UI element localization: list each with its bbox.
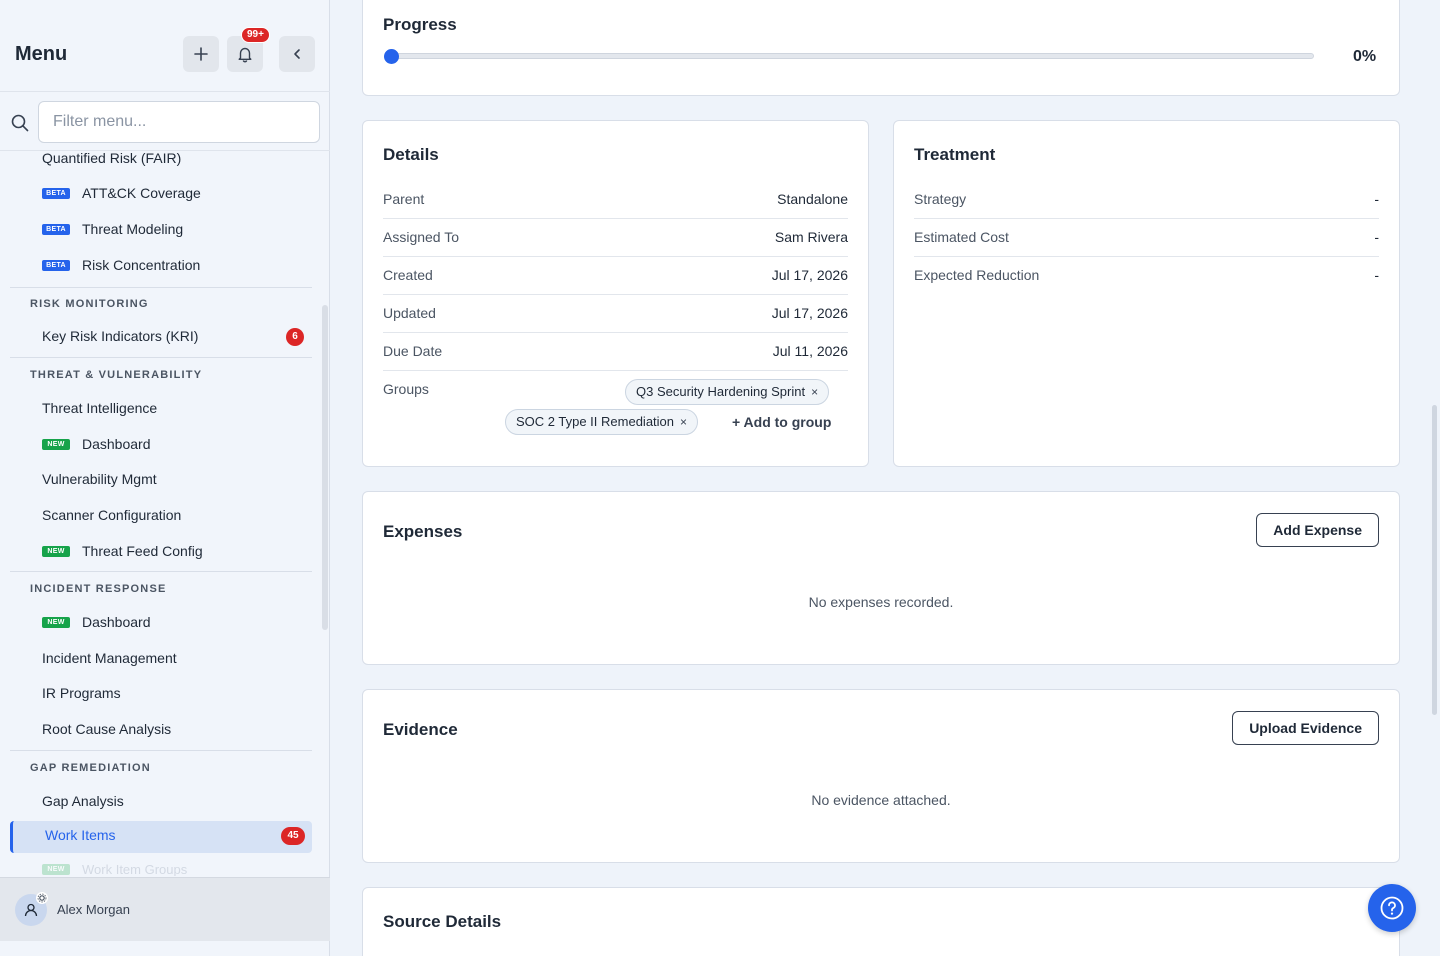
add-button[interactable] xyxy=(183,36,219,72)
page-scrollbar[interactable] xyxy=(1432,405,1437,715)
plus-icon xyxy=(194,47,208,61)
section-heading-incident-response: INCIDENT RESPONSE xyxy=(30,583,167,595)
search-icon xyxy=(11,114,29,132)
treatment-card: Treatment Strategy - Estimated Cost - Ex… xyxy=(893,120,1400,467)
details-row-updated: Updated Jul 17, 2026 xyxy=(383,295,848,333)
sidebar: Menu 99+ Quantified Risk (FAIR) BETAATT&… xyxy=(0,0,330,956)
sidebar-item-threat-dashboard[interactable]: NEW Dashboard xyxy=(42,434,151,454)
chevron-left-icon xyxy=(294,49,300,59)
sidebar-item-work-items[interactable]: Work Items 45 xyxy=(10,821,312,853)
evidence-empty-message: No evidence attached. xyxy=(811,792,951,808)
bell-icon xyxy=(238,47,252,63)
notification-count-badge: 99+ xyxy=(241,27,270,43)
sidebar-item-quantified-risk[interactable]: Quantified Risk (FAIR) xyxy=(42,152,181,168)
group-chip: SOC 2 Type II Remediation × xyxy=(505,409,699,435)
section-heading-gap-remediation: GAP REMEDIATION xyxy=(30,762,151,774)
progress-title: Progress xyxy=(383,15,457,34)
section-heading-risk-monitoring: RISK MONITORING xyxy=(30,298,149,310)
sidebar-item-incident-management[interactable]: Incident Management xyxy=(42,648,177,668)
new-tag: NEW xyxy=(42,438,70,450)
sidebar-item-ir-programs[interactable]: IR Programs xyxy=(42,683,121,703)
user-name: Alex Morgan xyxy=(57,902,130,917)
expenses-empty-message: No expenses recorded. xyxy=(808,594,954,610)
sidebar-header: Menu 99+ xyxy=(0,0,330,92)
new-tag: NEW xyxy=(42,545,70,557)
add-to-group-button[interactable]: + Add to group xyxy=(732,414,831,430)
evidence-title: Evidence xyxy=(383,720,458,739)
progress-track[interactable] xyxy=(392,53,1314,59)
help-button[interactable] xyxy=(1368,884,1416,932)
filter-menu-input[interactable] xyxy=(38,101,320,143)
section-divider xyxy=(10,357,312,358)
sidebar-item-threat-intelligence[interactable]: Threat Intelligence xyxy=(42,398,157,418)
sidebar-title: Menu xyxy=(15,43,68,65)
progress-slider-handle[interactable] xyxy=(384,49,399,64)
source-details-title: Source Details xyxy=(383,912,502,931)
sidebar-item-scanner-configuration[interactable]: Scanner Configuration xyxy=(42,505,181,525)
sidebar-scrollbar[interactable] xyxy=(322,305,328,630)
sidebar-item-gap-analysis[interactable]: Gap Analysis xyxy=(42,791,124,811)
source-details-card: Source Details xyxy=(362,887,1400,956)
expenses-card: Expenses Add Expense No expenses recorde… xyxy=(362,491,1400,665)
add-expense-button[interactable]: Add Expense xyxy=(1256,513,1379,547)
work-items-count-badge: 45 xyxy=(281,827,305,845)
collapse-sidebar-button[interactable] xyxy=(279,36,315,72)
details-card: Details Parent Standalone Assigned To Sa… xyxy=(362,120,869,467)
details-row-parent: Parent Standalone xyxy=(383,181,848,219)
notifications-button[interactable]: 99+ xyxy=(227,27,270,72)
sidebar-item-attack-coverage[interactable]: BETA ATT&CK Coverage xyxy=(42,183,201,203)
sidebar-item-kri[interactable]: Key Risk Indicators (KRI) xyxy=(42,326,198,346)
new-tag: NEW xyxy=(42,616,70,628)
beta-tag: BETA xyxy=(42,259,70,271)
user-footer[interactable]: Alex Morgan xyxy=(0,877,330,941)
sidebar-item-risk-concentration[interactable]: BETA Risk Concentration xyxy=(42,255,200,275)
evidence-card: Evidence Upload Evidence No evidence att… xyxy=(362,689,1400,863)
treatment-row-estimated-cost: Estimated Cost - xyxy=(914,219,1379,257)
sidebar-nav: Quantified Risk (FAIR) BETA ATT&CK Covera… xyxy=(0,152,330,876)
kri-count-badge: 6 xyxy=(286,328,304,346)
new-tag: NEW xyxy=(42,864,70,875)
user-icon xyxy=(24,903,38,917)
section-divider xyxy=(10,750,312,751)
details-row-created: Created Jul 17, 2026 xyxy=(383,257,848,295)
sidebar-item-root-cause-analysis[interactable]: Root Cause Analysis xyxy=(42,719,171,739)
expenses-title: Expenses xyxy=(383,522,463,541)
remove-chip-icon[interactable]: × xyxy=(680,415,687,429)
remove-chip-icon[interactable]: × xyxy=(811,385,818,399)
details-title: Details xyxy=(383,145,439,164)
sidebar-item-ir-dashboard[interactable]: NEW Dashboard xyxy=(42,612,151,632)
sidebar-item-label: Work Items xyxy=(45,827,116,843)
progress-card: Progress 0% xyxy=(362,0,1400,96)
help-icon xyxy=(1380,896,1404,920)
section-divider xyxy=(10,287,312,288)
details-row-due-date: Due Date Jul 11, 2026 xyxy=(383,333,848,371)
treatment-row-expected-reduction: Expected Reduction - xyxy=(914,267,1379,283)
details-row-assigned-to: Assigned To Sam Rivera xyxy=(383,219,848,257)
progress-percent: 0% xyxy=(1353,48,1377,65)
sidebar-item-threat-modeling[interactable]: BETA Threat Modeling xyxy=(42,219,183,239)
treatment-row-strategy: Strategy - xyxy=(914,181,1379,219)
sidebar-search xyxy=(0,93,330,151)
beta-tag: BETA xyxy=(42,223,70,235)
section-divider xyxy=(10,571,312,572)
sidebar-item-threat-feed-config[interactable]: NEW Threat Feed Config xyxy=(42,541,203,561)
sidebar-item-work-item-groups[interactable]: NEW Work Item Groups xyxy=(42,862,187,876)
gear-icon[interactable] xyxy=(36,892,48,904)
section-heading-threat-vulnerability: THREAT & VULNERABILITY xyxy=(30,369,203,381)
sidebar-item-vulnerability-mgmt[interactable]: Vulnerability Mgmt xyxy=(42,469,157,489)
group-chip: Q3 Security Hardening Sprint × xyxy=(625,379,830,405)
upload-evidence-button[interactable]: Upload Evidence xyxy=(1232,711,1379,745)
treatment-title: Treatment xyxy=(914,145,996,164)
beta-tag: BETA xyxy=(42,187,70,199)
